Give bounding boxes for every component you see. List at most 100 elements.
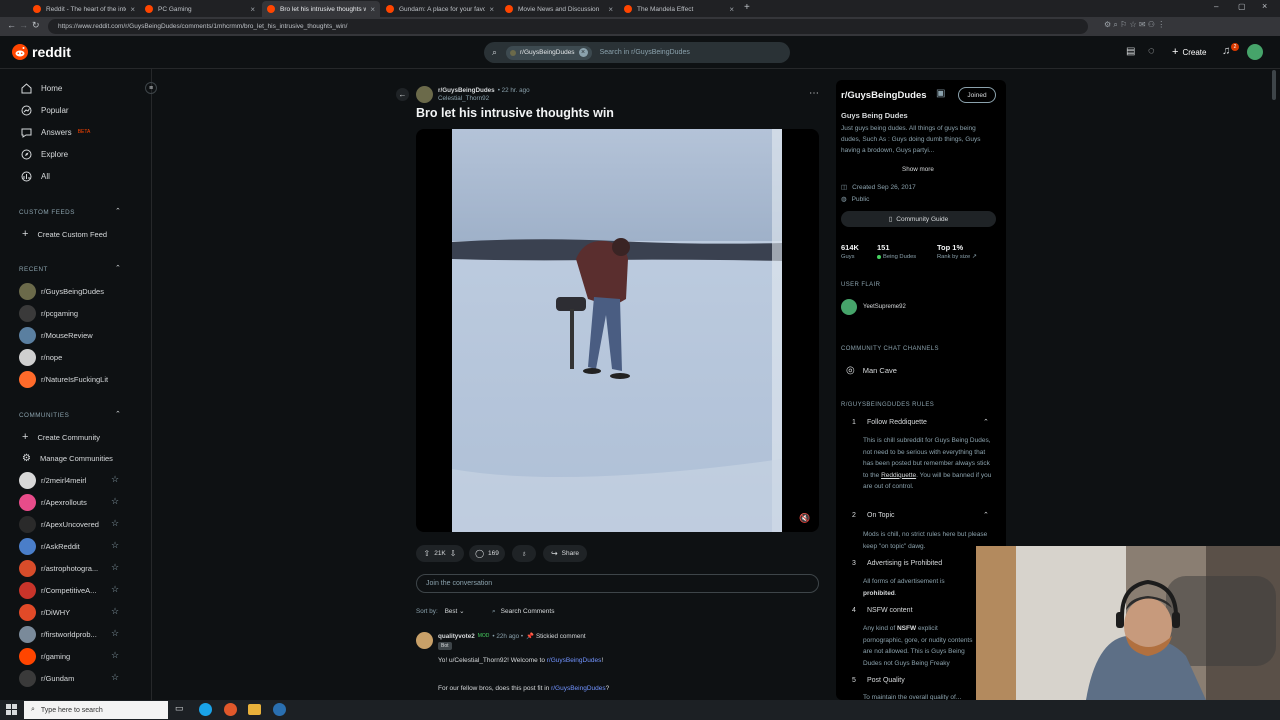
award-button[interactable]: ♁ [512, 545, 536, 562]
post-options-icon[interactable]: ⋯ [809, 88, 819, 99]
favorite-star-icon[interactable]: ☆ [111, 606, 119, 617]
manage-communities-button[interactable]: ⚙ Manage Communities [22, 453, 132, 464]
video-player[interactable]: 🔇 [416, 129, 819, 532]
share-button[interactable]: ↪ Share [543, 545, 587, 562]
favorite-star-icon[interactable]: ☆ [111, 672, 119, 683]
chevron-up-icon[interactable]: ⌃ [115, 207, 121, 215]
close-window-icon[interactable]: × [1262, 1, 1267, 11]
favorite-star-icon[interactable]: ☆ [111, 628, 119, 639]
sort-dropdown[interactable]: Best ⌄ [445, 608, 465, 615]
edge-browser-icon[interactable] [199, 703, 212, 716]
rule-title[interactable]: On Topic [867, 512, 895, 519]
community-name[interactable]: r/GuysBeingDudes [841, 90, 927, 101]
recent-section-title[interactable]: RECENT [19, 266, 48, 273]
subreddit-link[interactable]: r/GuysBeingDudes [551, 685, 606, 692]
comment-author[interactable]: qualityvote2 [438, 633, 475, 640]
user-flair-avatar[interactable] [841, 299, 857, 315]
close-tab-icon[interactable]: × [370, 5, 375, 14]
favorite-star-icon[interactable]: ☆ [111, 584, 119, 595]
chat-channel-man-cave[interactable]: ◎ Man Cave [846, 365, 897, 376]
minimize-icon[interactable]: – [1214, 2, 1218, 11]
chevron-up-icon[interactable]: ⌃ [115, 410, 121, 418]
rule-title[interactable]: NSFW content [867, 607, 913, 614]
chevron-up-icon[interactable]: ⌃ [115, 264, 121, 272]
user-flair-name[interactable]: YeetSupreme92 [863, 304, 906, 310]
reddiquette-link[interactable]: Reddiquette [881, 472, 916, 479]
maximize-icon[interactable]: ▢ [1238, 2, 1246, 11]
search-comments-input[interactable]: ⌕ Search Comments [486, 604, 570, 619]
show-more-button[interactable]: Show more [902, 166, 934, 173]
ads-icon[interactable]: ▤ [1126, 46, 1135, 57]
communities-section-title[interactable]: COMMUNITIES [19, 412, 69, 419]
sidebar-item-home[interactable]: Home [20, 82, 62, 94]
file-explorer-icon[interactable] [248, 704, 261, 715]
browser-tab[interactable]: Reddit - The heart of the internet× [28, 1, 140, 17]
back-arrow-icon[interactable]: ← [396, 88, 409, 101]
close-tab-icon[interactable]: × [729, 5, 734, 14]
close-tab-icon[interactable]: × [608, 5, 613, 14]
user-avatar[interactable] [1247, 44, 1263, 60]
subreddit-avatar[interactable] [416, 86, 433, 103]
reddit-logo[interactable]: reddit [12, 44, 71, 60]
windows-start-icon[interactable] [6, 704, 17, 715]
join-conversation-input[interactable]: Join the conversation [416, 574, 819, 593]
browser-tab[interactable]: Gundam: A place for your favorite× [381, 1, 499, 17]
close-tab-icon[interactable]: × [489, 5, 494, 14]
sidebar-recent-item[interactable]: r/GuysBeingDudes [19, 283, 129, 300]
sidebar-item-answers[interactable]: Answers BETA [20, 126, 90, 138]
favorite-star-icon[interactable]: ☆ [111, 540, 119, 551]
browser-tab-active[interactable]: Bro let his intrusive thoughts win × [262, 1, 380, 17]
taskbar-search-input[interactable]: ⌕ Type here to search [24, 701, 168, 719]
create-community-button[interactable]: + Create Community [22, 431, 132, 443]
sidebar-recent-item[interactable]: r/pcgaming [19, 305, 129, 322]
back-icon[interactable]: ← [7, 20, 16, 30]
mute-icon[interactable]: 🔇 [798, 511, 812, 525]
comments-button[interactable]: ◯ 169 [469, 545, 505, 562]
collapse-sidebar-icon[interactable]: ≡ [145, 82, 157, 94]
create-post-button[interactable]: + Create [1172, 46, 1206, 58]
post-author-link[interactable]: Celestial_Thorn92 [438, 95, 489, 102]
favorite-star-icon[interactable]: ☆ [111, 496, 119, 507]
close-tab-icon[interactable]: × [250, 5, 255, 14]
address-bar[interactable]: https://www.reddit.com/r/GuysBeingDudes/… [48, 19, 1088, 34]
rule-title[interactable]: Post Quality [867, 677, 905, 684]
page-scrollbar[interactable] [1272, 70, 1276, 100]
sidebar-recent-item[interactable]: r/NatureIsFuckingLit [19, 371, 129, 388]
rule-title[interactable]: Follow Reddiquette [867, 419, 927, 426]
steam-icon[interactable] [273, 703, 286, 716]
subreddit-search-chip[interactable]: r/GuysBeingDudes × [506, 45, 592, 60]
extensions-icon[interactable]: ⚙ ⌕ ⚐ ☆ ✉ ⚇ ⋮ [1104, 20, 1165, 30]
favorite-star-icon[interactable]: ☆ [111, 474, 119, 485]
favorite-star-icon[interactable]: ☆ [111, 518, 119, 529]
task-view-icon[interactable]: ▭ [175, 703, 184, 714]
browser-tab[interactable]: Movie News and Discussion × [500, 1, 618, 17]
browser-tab[interactable]: The Mandela Effect × [619, 1, 739, 17]
sidebar-item-all[interactable]: All [20, 170, 50, 182]
upvote-icon[interactable]: ⇧ [424, 549, 431, 558]
create-custom-feed-button[interactable]: + Create Custom Feed [22, 228, 132, 240]
firefox-icon[interactable] [224, 703, 237, 716]
close-tab-icon[interactable]: × [130, 5, 135, 14]
sidebar-item-explore[interactable]: Explore [20, 148, 68, 160]
chat-icon[interactable]: ◌ [1148, 45, 1155, 57]
favorite-star-icon[interactable]: ☆ [111, 562, 119, 573]
browser-tab[interactable]: PC Gaming × [140, 1, 260, 17]
sidebar-recent-item[interactable]: r/nope [19, 349, 129, 366]
chevron-up-icon[interactable]: ⌃ [983, 418, 989, 426]
community-guide-button[interactable]: ▯ Community Guide [841, 211, 996, 227]
joined-button[interactable]: Joined [958, 87, 996, 103]
rank-label[interactable]: Rank by size ↗ [937, 254, 977, 260]
notifications-bell-icon[interactable]: ♫ [1222, 45, 1230, 57]
forward-icon[interactable]: → [19, 20, 28, 30]
custom-feeds-section-title[interactable]: CUSTOM FEEDS [19, 209, 75, 216]
sidebar-item-popular[interactable]: Popular [20, 104, 69, 116]
search-bar[interactable]: ⌕ r/GuysBeingDudes × Search in r/GuysBei… [484, 42, 790, 63]
downvote-icon[interactable]: ⇩ [450, 549, 457, 558]
remove-chip-icon[interactable]: × [578, 48, 588, 57]
chevron-up-icon[interactable]: ⌃ [983, 511, 989, 519]
reload-icon[interactable]: ↻ [32, 20, 40, 31]
comment-author-avatar[interactable] [416, 632, 433, 649]
favorite-star-icon[interactable]: ☆ [111, 650, 119, 661]
new-tab-icon[interactable]: + [744, 2, 750, 13]
rule-title[interactable]: Advertising is Prohibited [867, 560, 942, 567]
